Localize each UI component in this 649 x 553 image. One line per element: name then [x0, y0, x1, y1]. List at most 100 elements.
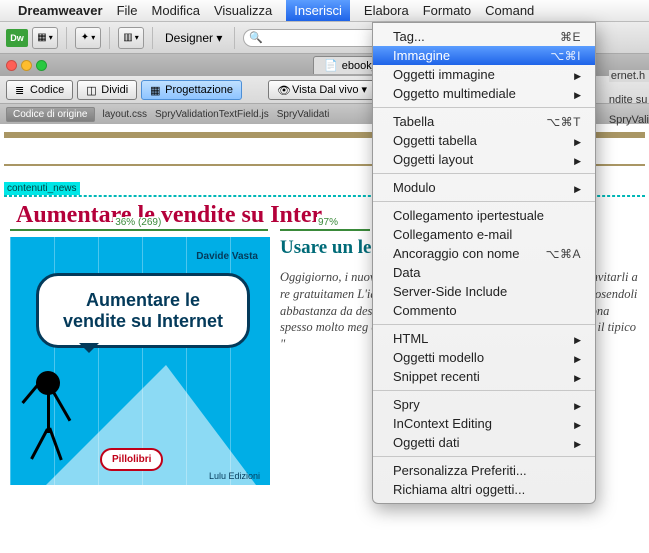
menu-item-personalizza-preferiti[interactable]: Personalizza Preferiti...: [373, 461, 595, 480]
view-live-button[interactable]: 👁Vista Dal vivo ▾: [268, 80, 376, 100]
inserisci-dropdown-menu: Tag...⌘E Immagine ⌥⌘I Oggetti immagine Ogget…: [372, 22, 596, 504]
menu-item-oggetto-multimediale[interactable]: Oggetto multimediale: [373, 84, 595, 103]
zoom-window-button[interactable]: [36, 60, 47, 71]
toolbar-extend-dropdown[interactable]: ✦: [75, 27, 101, 49]
menu-comand[interactable]: Comand: [485, 3, 534, 18]
menu-item-tag[interactable]: Tag...⌘E: [373, 27, 595, 46]
menu-item-incontext-editing[interactable]: InContext Editing: [373, 414, 595, 433]
menu-item-label: Oggetti tabella: [393, 133, 477, 148]
view-progettazione-button[interactable]: ▦Progettazione: [141, 80, 242, 100]
element-tag-label: contenuti_news: [4, 182, 80, 195]
submenu-arrow-icon: [566, 369, 581, 384]
toolbar-separator: [66, 27, 67, 49]
document-icon: 📄: [324, 59, 338, 72]
menu-shortcut: ⌘E: [560, 30, 581, 44]
split-icon: ◫: [86, 84, 98, 96]
design-icon: ▦: [150, 84, 162, 96]
submenu-arrow-icon: [566, 331, 581, 346]
menu-item-html[interactable]: HTML: [373, 329, 595, 348]
truncated-right-panel: ernet.h ndite su SpryVali: [609, 70, 649, 126]
menu-item-label: Modulo: [393, 180, 436, 195]
search-icon: 🔍: [249, 31, 263, 44]
menu-item-label: Collegamento e-mail: [393, 227, 512, 242]
window-controls: [6, 60, 47, 71]
menu-item-oggetti-tabella[interactable]: Oggetti tabella: [373, 131, 595, 150]
menu-elabora[interactable]: Elabora: [364, 3, 409, 18]
menu-item-server-side-include[interactable]: Server-Side Include: [373, 282, 595, 301]
menu-item-snippet-recenti[interactable]: Snippet recenti: [373, 367, 595, 386]
toolbar-layout-dropdown[interactable]: ▦: [32, 27, 58, 49]
menu-shortcut: ⌥⌘I: [550, 49, 581, 63]
menu-item-label: Data: [393, 265, 420, 280]
menu-item-data[interactable]: Data: [373, 263, 595, 282]
related-file-tab[interactable]: layout.css: [103, 109, 147, 120]
menu-item-label: Personalizza Preferiti...: [393, 463, 527, 478]
menu-separator: [373, 390, 595, 391]
menu-item-oggetti-modello[interactable]: Oggetti modello: [373, 348, 595, 367]
menu-item-label: Tabella: [393, 114, 434, 129]
menu-item-label: Ancoraggio con nome: [393, 246, 519, 261]
menu-item-tabella[interactable]: Tabella ⌥⌘T: [373, 112, 595, 131]
menu-separator: [373, 456, 595, 457]
menu-modifica[interactable]: Modifica: [152, 3, 200, 18]
menu-item-collegamento-e-mail[interactable]: Collegamento e-mail: [373, 225, 595, 244]
view-dividi-button[interactable]: ◫Dividi: [77, 80, 137, 100]
cover-title-bubble: Aumentare le vendite su Internet: [36, 273, 250, 348]
submenu-arrow-icon: [566, 350, 581, 365]
source-code-tab[interactable]: Codice di origine: [6, 107, 95, 122]
menu-item-label: Oggetto multimediale: [393, 86, 516, 101]
menu-separator: [373, 107, 595, 108]
submenu-arrow-icon: [566, 397, 581, 412]
menu-item-oggetti-dati[interactable]: Oggetti dati: [373, 433, 595, 452]
menu-item-modulo[interactable]: Modulo: [373, 178, 595, 197]
menu-item-label: Oggetti dati: [393, 435, 460, 450]
view-codice-button[interactable]: ≣Codice: [6, 80, 73, 100]
dreamweaver-logo-icon: Dw: [6, 29, 28, 47]
menu-item-label: Oggetti modello: [393, 350, 484, 365]
toolbar-separator: [109, 27, 110, 49]
stickman-illustration: [10, 365, 72, 465]
menu-visualizza[interactable]: Visualizza: [214, 3, 272, 18]
menu-item-label: HTML: [393, 331, 428, 346]
menu-item-label: Snippet recenti: [393, 369, 480, 384]
submenu-arrow-icon: [566, 435, 581, 450]
related-file-tab[interactable]: SpryValidationTextField.js: [155, 109, 269, 120]
menu-item-label: Oggetti immagine: [393, 67, 495, 82]
submenu-arrow-icon: [566, 152, 581, 167]
menu-shortcut: ⌥⌘T: [546, 115, 581, 129]
menu-item-label: Server-Side Include: [393, 284, 507, 299]
book-cover-image[interactable]: Davide Vasta Aumentare le vendite su Int…: [10, 237, 270, 485]
menu-item-immagine[interactable]: Immagine ⌥⌘I: [373, 46, 595, 65]
submenu-arrow-icon: [566, 180, 581, 195]
menu-item-oggetti-immagine[interactable]: Oggetti immagine: [373, 65, 595, 84]
menu-file[interactable]: File: [117, 3, 138, 18]
menu-item-label: Immagine: [393, 48, 450, 63]
menu-item-collegamento-ipertestuale[interactable]: Collegamento ipertestuale: [373, 206, 595, 225]
publisher-text: Lulu Edizioni: [209, 471, 260, 481]
menu-item-ancoraggio-con-nome[interactable]: Ancoraggio con nome ⌥⌘A: [373, 244, 595, 263]
app-name[interactable]: Dreamweaver: [18, 3, 103, 18]
menu-inserisci[interactable]: Inserisci: [286, 0, 350, 21]
menu-separator: [373, 173, 595, 174]
toolbar-site-dropdown[interactable]: ▥: [118, 27, 144, 49]
menu-formato[interactable]: Formato: [423, 3, 471, 18]
menu-item-label: Commento: [393, 303, 457, 318]
toolbar-separator: [152, 27, 153, 49]
pill-badge: Pillolibri: [100, 448, 163, 471]
menu-item-label: Richiama altri oggetti...: [393, 482, 525, 497]
code-icon: ≣: [15, 84, 27, 96]
submenu-arrow-icon: [566, 416, 581, 431]
menu-item-commento[interactable]: Commento: [373, 301, 595, 320]
live-icon: 👁: [277, 84, 289, 96]
minimize-window-button[interactable]: [21, 60, 32, 71]
related-file-tab[interactable]: SpryValidati: [277, 109, 330, 120]
menu-item-spry[interactable]: Spry: [373, 395, 595, 414]
workspace-switcher[interactable]: Designer ▾: [161, 31, 226, 45]
submenu-arrow-icon: [566, 67, 581, 82]
menu-item-richiama-altri-oggetti[interactable]: Richiama altri oggetti...: [373, 480, 595, 499]
menu-shortcut: ⌥⌘A: [546, 247, 581, 261]
close-window-button[interactable]: [6, 60, 17, 71]
submenu-arrow-icon: [566, 133, 581, 148]
menu-item-oggetti-layout[interactable]: Oggetti layout: [373, 150, 595, 169]
menu-separator: [373, 324, 595, 325]
